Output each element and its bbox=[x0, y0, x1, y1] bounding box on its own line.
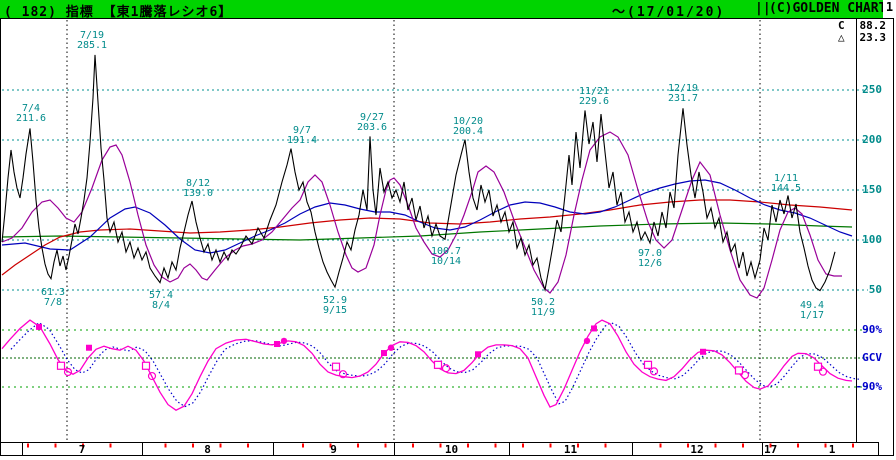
change-value-row: △ 23.3 bbox=[838, 32, 886, 44]
signal-marker-open-circle bbox=[651, 368, 658, 375]
signal-marker-open-square bbox=[736, 367, 743, 374]
golden-chart-screen: ( 182) 指標 【東1騰落レシオ6】 ～(17/01/20) || (C)G… bbox=[0, 0, 896, 460]
signal-marker-open-circle bbox=[820, 368, 827, 375]
signal-marker-filled-circle bbox=[584, 338, 590, 344]
signal-marker-filled-square bbox=[36, 324, 42, 330]
signal-marker-filled-circle bbox=[281, 338, 287, 344]
page-indicator: 1 bbox=[883, 0, 896, 18]
copyright-label: (C)GOLDEN CHART bbox=[769, 1, 886, 16]
signal-marker-filled-square bbox=[274, 341, 280, 347]
signal-marker-filled-square bbox=[381, 350, 387, 356]
date-range: ～(17/01/20) bbox=[612, 1, 725, 20]
change-value: 23.3 bbox=[860, 32, 887, 44]
signal-marker-filled-square bbox=[86, 345, 92, 351]
title-bar: ( 182) 指標 【東1騰落レシオ6】 ～(17/01/20) || (C)G… bbox=[0, 0, 883, 18]
chart-title: ( 182) 指標 【東1騰落レシオ6】 bbox=[4, 1, 232, 20]
signal-marker-open-square bbox=[58, 362, 65, 369]
signal-marker-filled-square bbox=[475, 351, 481, 357]
signal-marker-filled-square bbox=[700, 349, 706, 355]
signal-marker-filled-square bbox=[591, 325, 597, 331]
signal-marker-open-circle bbox=[443, 365, 450, 372]
signal-marker-open-square bbox=[435, 361, 442, 368]
signal-marker-filled-circle bbox=[388, 345, 394, 351]
signal-marker-open-square bbox=[645, 361, 652, 368]
signal-marker-open-square bbox=[333, 363, 340, 370]
signal-marker-open-circle bbox=[742, 372, 749, 379]
chart-canvas bbox=[0, 0, 896, 460]
signal-marker-open-square bbox=[143, 362, 150, 369]
gcv-oscillator-line bbox=[2, 320, 852, 410]
delta-icon: △ bbox=[838, 32, 845, 44]
